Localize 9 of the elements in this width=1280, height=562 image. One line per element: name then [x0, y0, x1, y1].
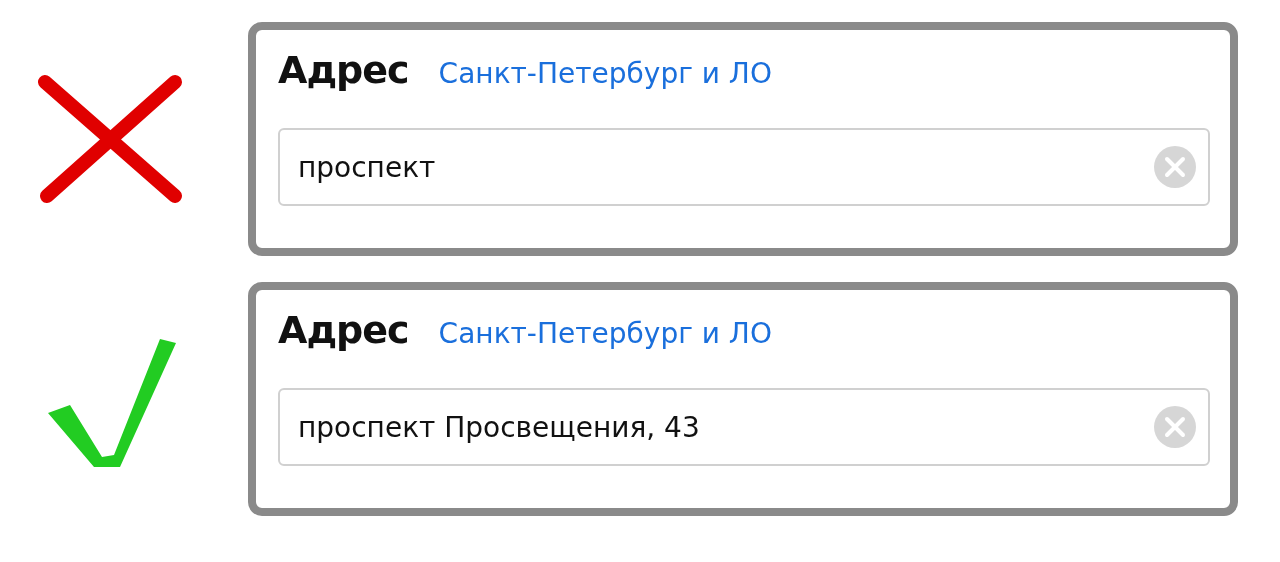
address-heading: Адрес [278, 48, 409, 92]
region-link[interactable]: Санкт-Петербург и ЛО [438, 57, 772, 90]
clear-icon[interactable] [1154, 406, 1196, 448]
region-link[interactable]: Санкт-Петербург и ЛО [438, 317, 772, 350]
address-field[interactable]: проспект [278, 128, 1210, 206]
address-heading: Адрес [278, 308, 409, 352]
address-field[interactable]: проспект Просвещения, 43 [278, 388, 1210, 466]
cross-icon [35, 74, 185, 204]
clear-icon[interactable] [1154, 146, 1196, 188]
